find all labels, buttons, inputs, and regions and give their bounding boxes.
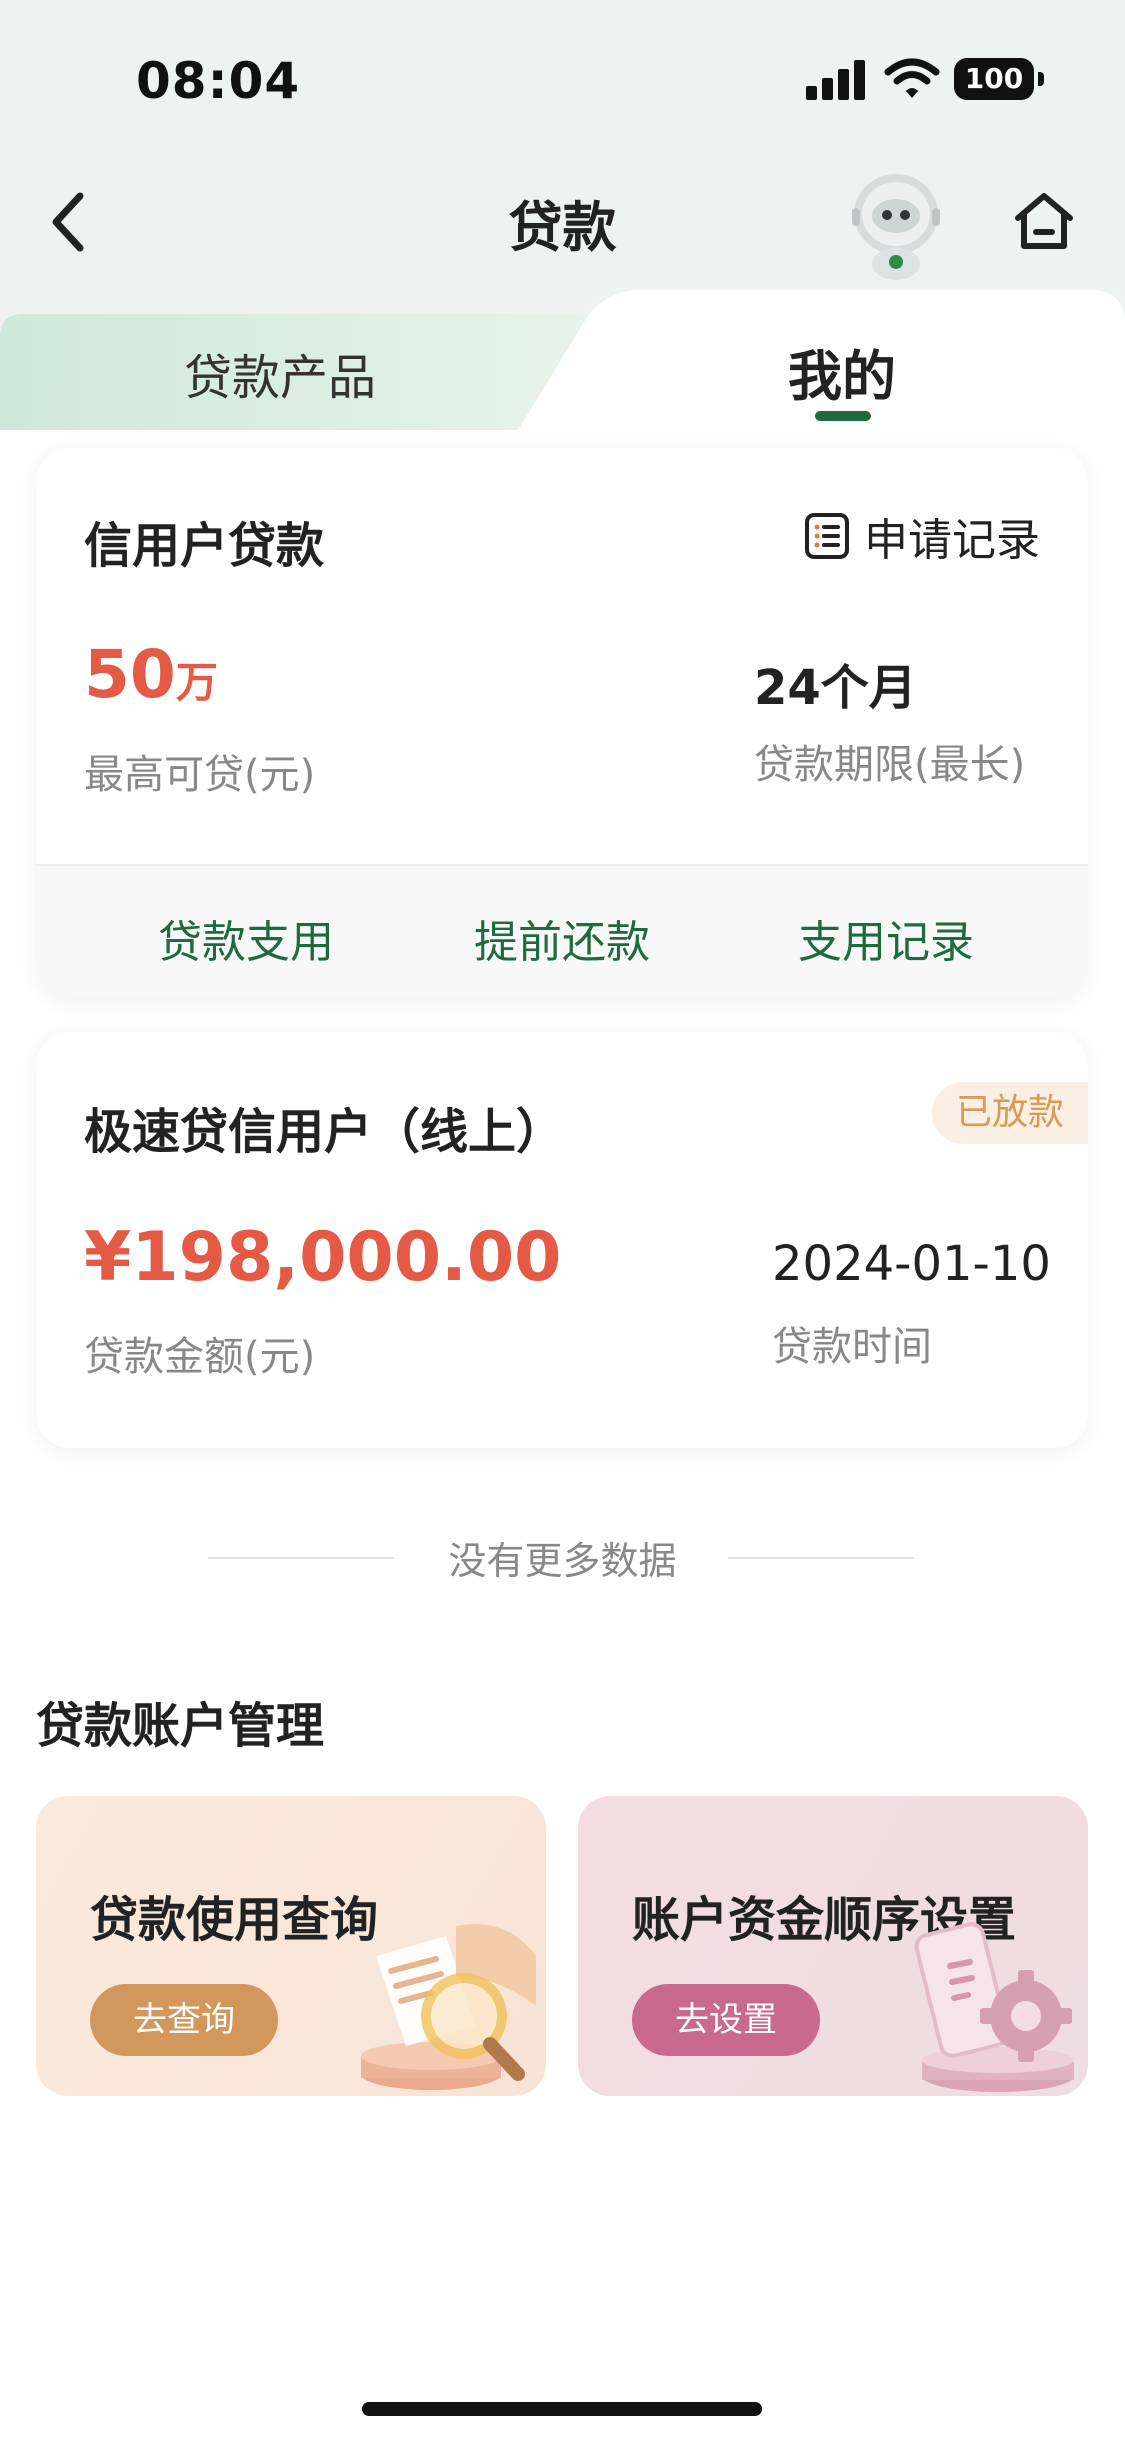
battery-icon: 100 xyxy=(954,58,1034,100)
tab-mine[interactable]: 我的 xyxy=(722,332,962,411)
fast-loan-card[interactable]: 极速贷信用户（线上） 已放款 ¥198,000.00 贷款金额(元) 2024-… xyxy=(36,1032,1088,1448)
robot-assistant-icon[interactable] xyxy=(846,168,946,280)
term-value: 24个月 xyxy=(754,660,917,716)
go-setting-button[interactable]: 去设置 xyxy=(632,1984,820,2056)
status-badge: 已放款 xyxy=(932,1082,1088,1144)
home-indicator xyxy=(362,2402,762,2416)
section-title: 贷款账户管理 xyxy=(36,1698,325,1754)
document-search-icon xyxy=(361,1924,536,2090)
signal-icon xyxy=(806,58,866,100)
max-amount-label: 最高可贷(元) xyxy=(84,752,316,798)
tab-loan-products[interactable]: 贷款产品 xyxy=(130,338,430,408)
no-more-data-text: 没有更多数据 xyxy=(448,1539,677,1583)
loan-drawdown-button[interactable]: 贷款支用 xyxy=(96,906,396,970)
card-title: 极速贷信用户（线上） xyxy=(84,1104,565,1160)
home-icon[interactable] xyxy=(1012,188,1076,254)
wifi-icon xyxy=(884,58,940,98)
list-icon xyxy=(805,513,849,559)
credit-loan-card: 信用户贷款 申请记录 50万 最高可贷(元) 24个月 贷款期限(最长) 贷款支… xyxy=(36,448,1088,998)
card-title: 信用户贷款 xyxy=(84,518,325,574)
term-label: 贷款期限(最长) xyxy=(754,742,1026,788)
status-time: 08:04 xyxy=(136,52,301,110)
loan-usage-query-card[interactable]: 贷款使用查询 去查询 xyxy=(36,1796,546,2096)
battery-tip xyxy=(1038,72,1044,86)
apply-record-button[interactable]: 申请记录 xyxy=(804,510,1040,566)
max-amount-unit: 万 xyxy=(175,658,218,707)
active-tab-indicator xyxy=(815,411,871,421)
max-amount: 50万 xyxy=(84,636,218,713)
fund-order-setting-card[interactable]: 账户资金顺序设置 去设置 xyxy=(578,1796,1088,2096)
card-title: 贷款使用查询 xyxy=(90,1892,379,1948)
loan-date-label: 贷款时间 xyxy=(772,1324,932,1370)
early-repayment-button[interactable]: 提前还款 xyxy=(412,906,712,970)
page-title: 贷款 xyxy=(508,196,617,259)
card-action-row: 贷款支用 提前还款 支用记录 xyxy=(36,864,1088,998)
loan-date: 2024-01-10 xyxy=(772,1236,1051,1292)
max-amount-number: 50 xyxy=(84,636,176,713)
phone-gear-icon xyxy=(914,1922,1074,2092)
drawdown-record-button[interactable]: 支用记录 xyxy=(736,906,1036,970)
loan-amount: ¥198,000.00 xyxy=(84,1218,562,1297)
go-query-button[interactable]: 去查询 xyxy=(90,1984,278,2056)
divider-right xyxy=(728,1557,914,1559)
loan-amount-label: 贷款金额(元) xyxy=(84,1334,316,1380)
apply-record-label: 申请记录 xyxy=(864,515,1040,566)
